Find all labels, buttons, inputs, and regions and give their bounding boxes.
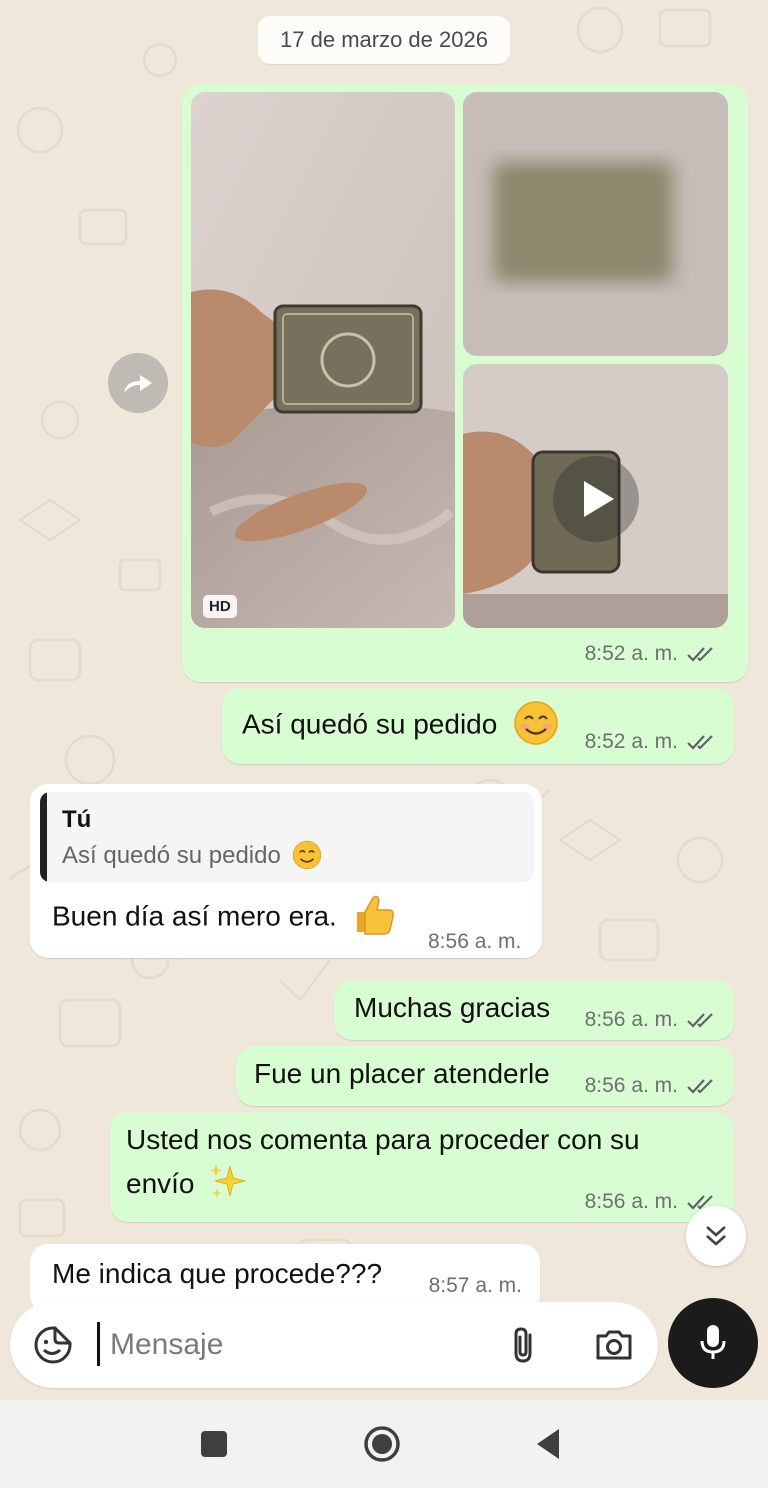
message-text-content: Buen día así mero era. bbox=[52, 900, 337, 932]
message-composer bbox=[10, 1302, 658, 1388]
photo-content bbox=[463, 92, 728, 356]
sparkles-emoji bbox=[210, 1163, 246, 1198]
read-receipt-icon bbox=[687, 1013, 713, 1028]
message-bubble-outgoing[interactable]: Así quedó su pedido 8:52 a. m. bbox=[222, 688, 734, 764]
sticker-icon bbox=[34, 1326, 72, 1364]
scroll-down-icon bbox=[706, 1226, 726, 1246]
forward-button[interactable] bbox=[108, 353, 168, 413]
attach-icon bbox=[514, 1327, 532, 1363]
message-meta: 8:56 a. m. bbox=[585, 1074, 718, 1098]
nav-recents-button[interactable] bbox=[192, 1422, 236, 1466]
message-text-content: envío bbox=[126, 1168, 195, 1199]
message-meta: 8:56 a. m. bbox=[585, 1008, 718, 1032]
message-text: Me indica que procede??? bbox=[52, 1258, 383, 1289]
camera-icon bbox=[596, 1330, 632, 1360]
photo-content bbox=[191, 92, 455, 628]
quoted-message[interactable]: Tú Así quedó su pedido bbox=[40, 792, 534, 882]
hd-badge: HD bbox=[203, 595, 237, 618]
message-text: Así quedó su pedido bbox=[242, 701, 559, 746]
voice-message-button[interactable] bbox=[668, 1298, 758, 1388]
nav-home-icon bbox=[364, 1426, 400, 1462]
message-text-line2: envío bbox=[126, 1163, 248, 1202]
nav-home-button[interactable] bbox=[360, 1422, 404, 1466]
read-receipt-icon bbox=[687, 647, 713, 662]
play-icon[interactable] bbox=[553, 456, 639, 542]
message-text: Fue un placer atenderle bbox=[254, 1058, 550, 1089]
message-time: 8:56 a. m. bbox=[428, 930, 522, 953]
message-bubble-outgoing[interactable]: Usted nos comenta para proceder con su e… bbox=[110, 1112, 734, 1222]
message-text-content: Así quedó su pedido bbox=[242, 708, 498, 740]
read-receipt-icon bbox=[687, 735, 713, 750]
mic-icon bbox=[700, 1325, 726, 1359]
attach-button[interactable] bbox=[500, 1322, 546, 1368]
message-time: 8:56 a. m. bbox=[584, 1074, 678, 1097]
scroll-to-bottom-button[interactable] bbox=[686, 1206, 746, 1266]
message-text: Muchas gracias bbox=[354, 992, 551, 1023]
photo-thumbnail[interactable]: HD bbox=[191, 92, 455, 628]
message-text: Buen día así mero era. bbox=[52, 895, 395, 936]
media-album-bubble[interactable]: HD 8:52 a. m. bbox=[182, 84, 748, 682]
quoted-text: Así quedó su pedido bbox=[62, 840, 322, 870]
message-text-line1: Usted nos comenta para proceder con su bbox=[126, 1124, 640, 1155]
nav-recents-icon bbox=[201, 1431, 227, 1457]
text-caret bbox=[97, 1322, 100, 1366]
smiling-face-emoji bbox=[292, 840, 321, 869]
message-bubble-outgoing[interactable]: Muchas gracias 8:56 a. m. bbox=[334, 980, 734, 1040]
message-meta: 8:52 a. m. bbox=[585, 642, 718, 666]
message-time: 8:52 a. m. bbox=[584, 642, 678, 665]
message-input[interactable] bbox=[98, 1322, 490, 1368]
message-meta: 8:52 a. m. bbox=[585, 730, 718, 754]
sticker-button[interactable] bbox=[30, 1322, 76, 1368]
message-bubble-outgoing[interactable]: Fue un placer atenderle 8:56 a. m. bbox=[236, 1046, 734, 1106]
camera-button[interactable] bbox=[590, 1322, 638, 1368]
smiling-face-emoji bbox=[514, 701, 558, 745]
nav-back-icon bbox=[537, 1429, 559, 1459]
date-separator: 17 de marzo de 2026 bbox=[258, 16, 510, 64]
message-time: 8:56 a. m. bbox=[584, 1008, 678, 1031]
quote-bar bbox=[40, 792, 47, 882]
thumbs-up-emoji bbox=[356, 895, 394, 935]
quoted-author: Tú bbox=[62, 806, 92, 833]
quoted-text-content: Así quedó su pedido bbox=[62, 842, 281, 869]
system-navigation-bar bbox=[0, 1400, 768, 1488]
message-time: 8:56 a. m. bbox=[584, 1190, 678, 1213]
read-receipt-icon bbox=[687, 1079, 713, 1094]
video-thumbnail[interactable] bbox=[463, 364, 728, 628]
nav-back-button[interactable] bbox=[526, 1422, 570, 1466]
forward-icon bbox=[124, 375, 152, 393]
message-time: 8:52 a. m. bbox=[584, 730, 678, 753]
photo-thumbnail-blurred[interactable] bbox=[463, 92, 728, 356]
